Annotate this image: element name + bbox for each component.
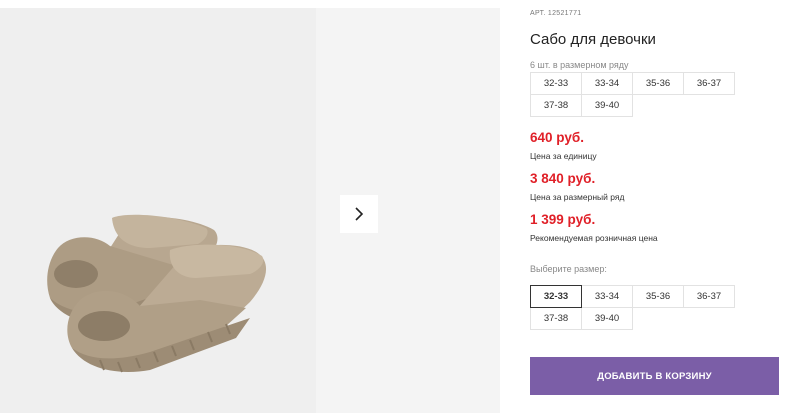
pack-note: 6 шт. в размерном ряду — [530, 60, 629, 70]
price-retail: 1 399 руб. — [530, 212, 596, 227]
pack-size: 32-33 — [530, 72, 582, 95]
article-number: АРТ. 12521771 — [530, 10, 582, 17]
size-option[interactable]: 35-36 — [632, 285, 684, 308]
choose-size-label: Выберите размер: — [530, 264, 607, 274]
size-option[interactable]: 36-37 — [683, 285, 735, 308]
price-pack: 3 840 руб. — [530, 171, 596, 186]
price-pack-label: Цена за размерный ряд — [530, 192, 625, 202]
pack-size: 35-36 — [632, 72, 684, 95]
next-image-button[interactable] — [340, 195, 378, 233]
product-photo — [0, 8, 316, 413]
sandal-image — [47, 214, 267, 373]
size-option[interactable]: 37-38 — [530, 307, 582, 330]
pack-size: 39-40 — [581, 94, 633, 117]
price-retail-label: Рекомендуемая розничная цена — [530, 233, 658, 243]
size-option[interactable]: 33-34 — [581, 285, 633, 308]
size-selector: 32-33 33-34 35-36 36-37 37-38 39-40 — [530, 285, 738, 330]
pack-size: 33-34 — [581, 72, 633, 95]
product-title: Сабо для девочки — [530, 31, 656, 48]
add-to-cart-button[interactable]: ДОБАВИТЬ В КОРЗИНУ — [530, 357, 779, 395]
size-option[interactable]: 39-40 — [581, 307, 633, 330]
pack-size: 37-38 — [530, 94, 582, 117]
price-unit-label: Цена за единицу — [530, 151, 597, 161]
pack-size: 36-37 — [683, 72, 735, 95]
size-option-selected[interactable]: 32-33 — [530, 285, 582, 308]
product-gallery — [0, 0, 500, 413]
chevron-right-icon — [355, 207, 364, 221]
price-unit: 640 руб. — [530, 130, 584, 145]
pack-size-grid: 32-33 33-34 35-36 36-37 37-38 39-40 — [530, 72, 738, 117]
